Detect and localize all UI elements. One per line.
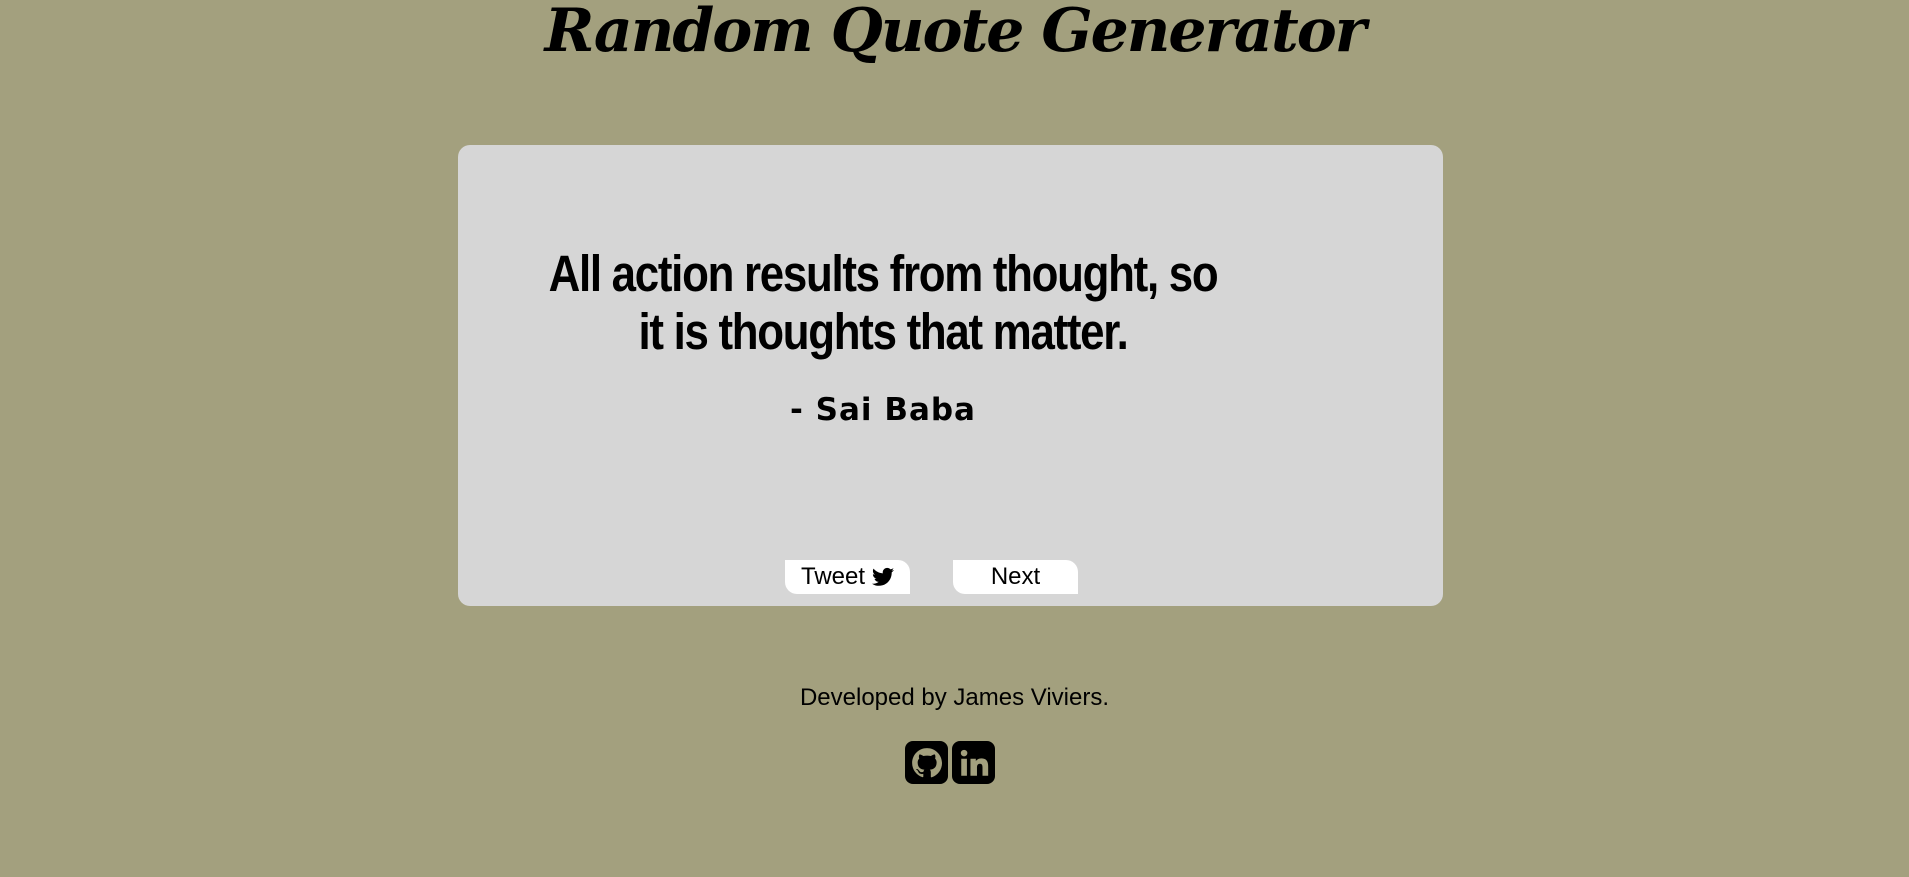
twitter-icon (872, 567, 895, 587)
tweet-button[interactable]: Tweet (785, 560, 910, 594)
quote-author: - Sai Baba (790, 392, 976, 428)
social-links (905, 741, 995, 784)
quote-card: All action results from thought, so it i… (458, 145, 1443, 606)
linkedin-icon (957, 746, 991, 780)
github-link[interactable] (905, 741, 948, 784)
footer-credit: Developed by James Viviers. (799, 684, 1110, 711)
page-title: Random Quote Generator (544, 0, 1367, 66)
quote-text: All action results from thought, so it i… (548, 245, 1219, 360)
github-icon (910, 746, 944, 780)
tweet-button-label: Tweet (800, 563, 866, 590)
linkedin-link[interactable] (952, 741, 995, 784)
next-button[interactable]: Next (953, 560, 1078, 594)
